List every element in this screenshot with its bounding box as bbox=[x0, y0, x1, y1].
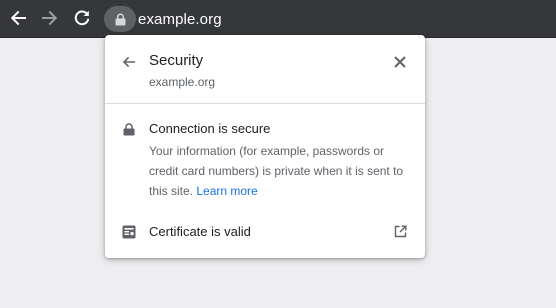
close-icon[interactable] bbox=[393, 55, 407, 69]
lock-icon bbox=[123, 123, 135, 136]
connection-status-title: Connection is secure bbox=[149, 121, 271, 136]
url-text[interactable]: example.org bbox=[138, 11, 222, 28]
site-security-popup: Security example.org Connection is secur… bbox=[105, 35, 425, 258]
site-info-button[interactable] bbox=[104, 6, 136, 32]
forward-arrow-icon bbox=[42, 10, 58, 26]
certificate-icon bbox=[122, 225, 136, 239]
certificate-row[interactable]: Certificate is valid bbox=[105, 219, 425, 247]
popup-title: Security bbox=[149, 52, 204, 69]
reload-button[interactable] bbox=[72, 8, 92, 28]
back-arrow-icon bbox=[10, 10, 26, 26]
forward-button[interactable] bbox=[40, 8, 60, 28]
learn-more-link[interactable]: Learn more bbox=[196, 184, 257, 198]
divider bbox=[105, 103, 425, 104]
back-arrow-icon[interactable] bbox=[121, 54, 137, 70]
certificate-label: Certificate is valid bbox=[149, 224, 251, 239]
omnibox[interactable]: example.org bbox=[104, 6, 222, 32]
connection-description-text: Your information (for example, passwords… bbox=[149, 144, 404, 198]
back-button[interactable] bbox=[8, 8, 28, 28]
connection-description: Your information (for example, passwords… bbox=[149, 141, 415, 201]
lock-icon bbox=[115, 13, 125, 25]
popup-subtitle: example.org bbox=[149, 75, 216, 89]
reload-icon bbox=[74, 10, 90, 26]
external-link-icon bbox=[394, 225, 407, 238]
browser-toolbar: example.org bbox=[0, 0, 556, 38]
